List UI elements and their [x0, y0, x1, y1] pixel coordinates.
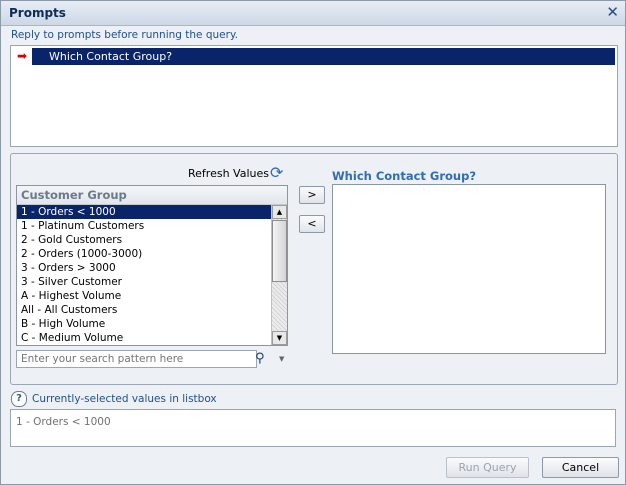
prompt-list: ➡ Which Contact Group? [10, 45, 618, 147]
selected-values-title: Which Contact Group? [332, 169, 477, 183]
list-item[interactable]: C - Medium Volume [17, 331, 271, 345]
scroll-down-arrow-icon[interactable]: ▼ [272, 331, 287, 345]
list-item[interactable]: 2 - Orders (1000-3000) [17, 247, 271, 261]
instructions-text: Reply to prompts before running the quer… [11, 29, 238, 41]
list-item[interactable]: A - Highest Volume [17, 289, 271, 303]
list-item[interactable]: All - All Customers [17, 303, 271, 317]
list-items: 1 - Orders < 1000 1 - Platinum Customers… [17, 205, 271, 345]
search-input[interactable] [16, 350, 257, 368]
binoculars-icon[interactable]: ⚲ [255, 351, 265, 366]
prompt-values-panel: Refresh Values ⟳ Customer Group 1 - Orde… [10, 153, 618, 385]
title-bar[interactable]: Prompts ✕ [1, 1, 625, 26]
dialog-title: Prompts [9, 6, 66, 20]
remove-value-button[interactable]: < [299, 215, 325, 233]
available-values-listbox: Customer Group 1 - Orders < 1000 1 - Pla… [16, 185, 288, 346]
list-item[interactable]: 3 - Silver Customer [17, 275, 271, 289]
cancel-button[interactable]: Cancel [542, 457, 619, 478]
prompt-item-label: Which Contact Group? [49, 50, 173, 63]
prompt-item[interactable]: ➡ Which Contact Group? [12, 48, 615, 65]
help-icon[interactable]: ? [11, 391, 27, 407]
current-selection-box: 1 - Orders < 1000 [10, 409, 616, 447]
scrollbar-thumb[interactable] [272, 220, 287, 282]
list-item[interactable]: 1 - Platinum Customers [17, 219, 271, 233]
list-item[interactable]: B - High Volume [17, 317, 271, 331]
add-value-button[interactable]: > [299, 186, 325, 204]
selected-values-listbox[interactable] [332, 184, 606, 354]
list-item[interactable]: 3 - Orders > 3000 [17, 261, 271, 275]
close-icon[interactable]: ✕ [606, 4, 619, 20]
list-item[interactable]: 1 - Orders < 1000 [17, 205, 271, 219]
red-arrow-icon: ➡ [12, 48, 32, 65]
list-item[interactable]: 2 - Gold Customers [17, 233, 271, 247]
listbox-scrollbar[interactable]: ▲ ▼ [271, 205, 287, 345]
list-header: Customer Group [17, 186, 287, 205]
help-label: Currently-selected values in listbox [32, 393, 217, 405]
run-query-button[interactable]: Run Query [446, 457, 529, 478]
prompts-dialog: Prompts ✕ Reply to prompts before runnin… [0, 0, 626, 485]
current-selection-value: 1 - Orders < 1000 [16, 416, 111, 428]
refresh-values-label[interactable]: Refresh Values [188, 167, 269, 180]
refresh-icon[interactable]: ⟳ [270, 163, 283, 182]
chevron-down-icon[interactable]: ▼ [279, 355, 284, 363]
scroll-up-arrow-icon[interactable]: ▲ [272, 205, 287, 219]
